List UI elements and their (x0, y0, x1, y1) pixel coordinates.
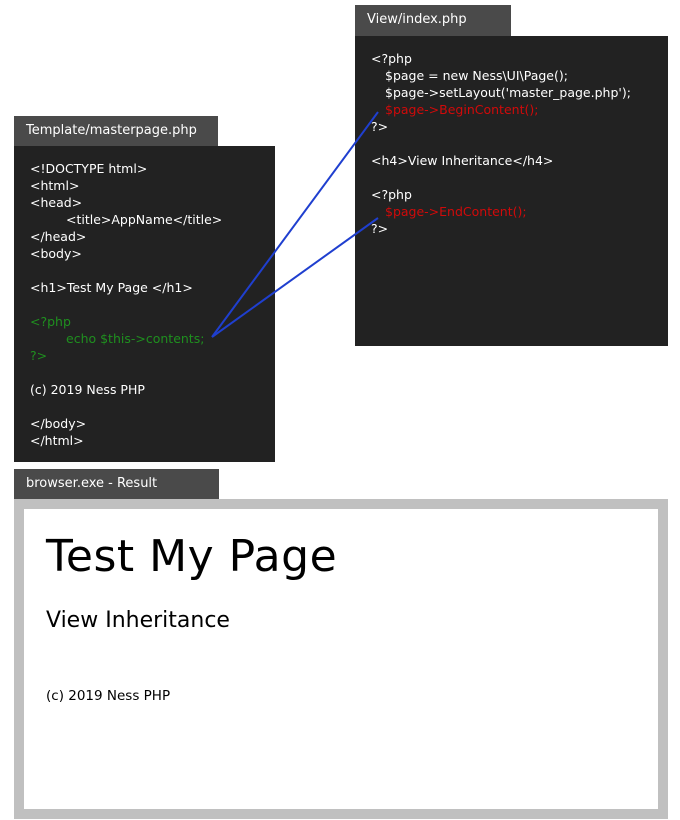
code-line: $page->BeginContent(); (385, 102, 539, 117)
code-line: ?> (371, 221, 389, 236)
tab-browser-result[interactable]: browser.exe - Result (14, 469, 219, 499)
code-line: <?php (371, 187, 412, 202)
code-line: $page->EndContent(); (385, 204, 527, 219)
code-line: <head> (30, 195, 83, 210)
code-line: echo $this->contents; (66, 331, 205, 346)
code-line: <?php (371, 51, 412, 66)
result-subheading: View Inheritance (46, 608, 230, 633)
code-line: <h1>Test My Page </h1> (30, 280, 193, 295)
tab-master-template[interactable]: Template/masterpage.php (14, 116, 218, 146)
browser-window: Test My Page View Inheritance (c) 2019 N… (14, 499, 668, 819)
code-panel-master-template: <!DOCTYPE html> <html> <head> <title>AppNam… (14, 146, 275, 462)
code-line: <?php (30, 314, 71, 329)
code-line: </body> (30, 416, 87, 431)
code-lines: <?php $page = new Ness\UI\Page(); $page->s… (371, 50, 652, 237)
code-line: <h4>View Inheritance</h4> (371, 153, 554, 168)
code-line: ?> (371, 119, 389, 134)
code-line: (c) 2019 Ness PHP (30, 382, 145, 397)
code-line: <title>AppName</title> (66, 212, 223, 227)
code-line: </head> (30, 229, 87, 244)
code-line: <html> (30, 178, 80, 193)
code-line: <!DOCTYPE html> (30, 161, 148, 176)
code-panel-view-index: <?php $page = new Ness\UI\Page(); $page->s… (355, 36, 668, 346)
code-line: <body> (30, 246, 82, 261)
result-footer: (c) 2019 Ness PHP (46, 688, 171, 704)
code-lines: <!DOCTYPE html> <html> <head> <title>AppNam… (30, 160, 259, 449)
code-line: </html> (30, 433, 84, 448)
code-line: $page = new Ness\UI\Page(); (385, 68, 568, 83)
code-line: ?> (30, 348, 48, 363)
browser-viewport: Test My Page View Inheritance (c) 2019 N… (24, 509, 658, 809)
result-heading: Test My Page (46, 531, 338, 582)
tab-view-index[interactable]: View/index.php (355, 5, 511, 36)
code-line: $page->setLayout('master_page.php'); (385, 85, 631, 100)
